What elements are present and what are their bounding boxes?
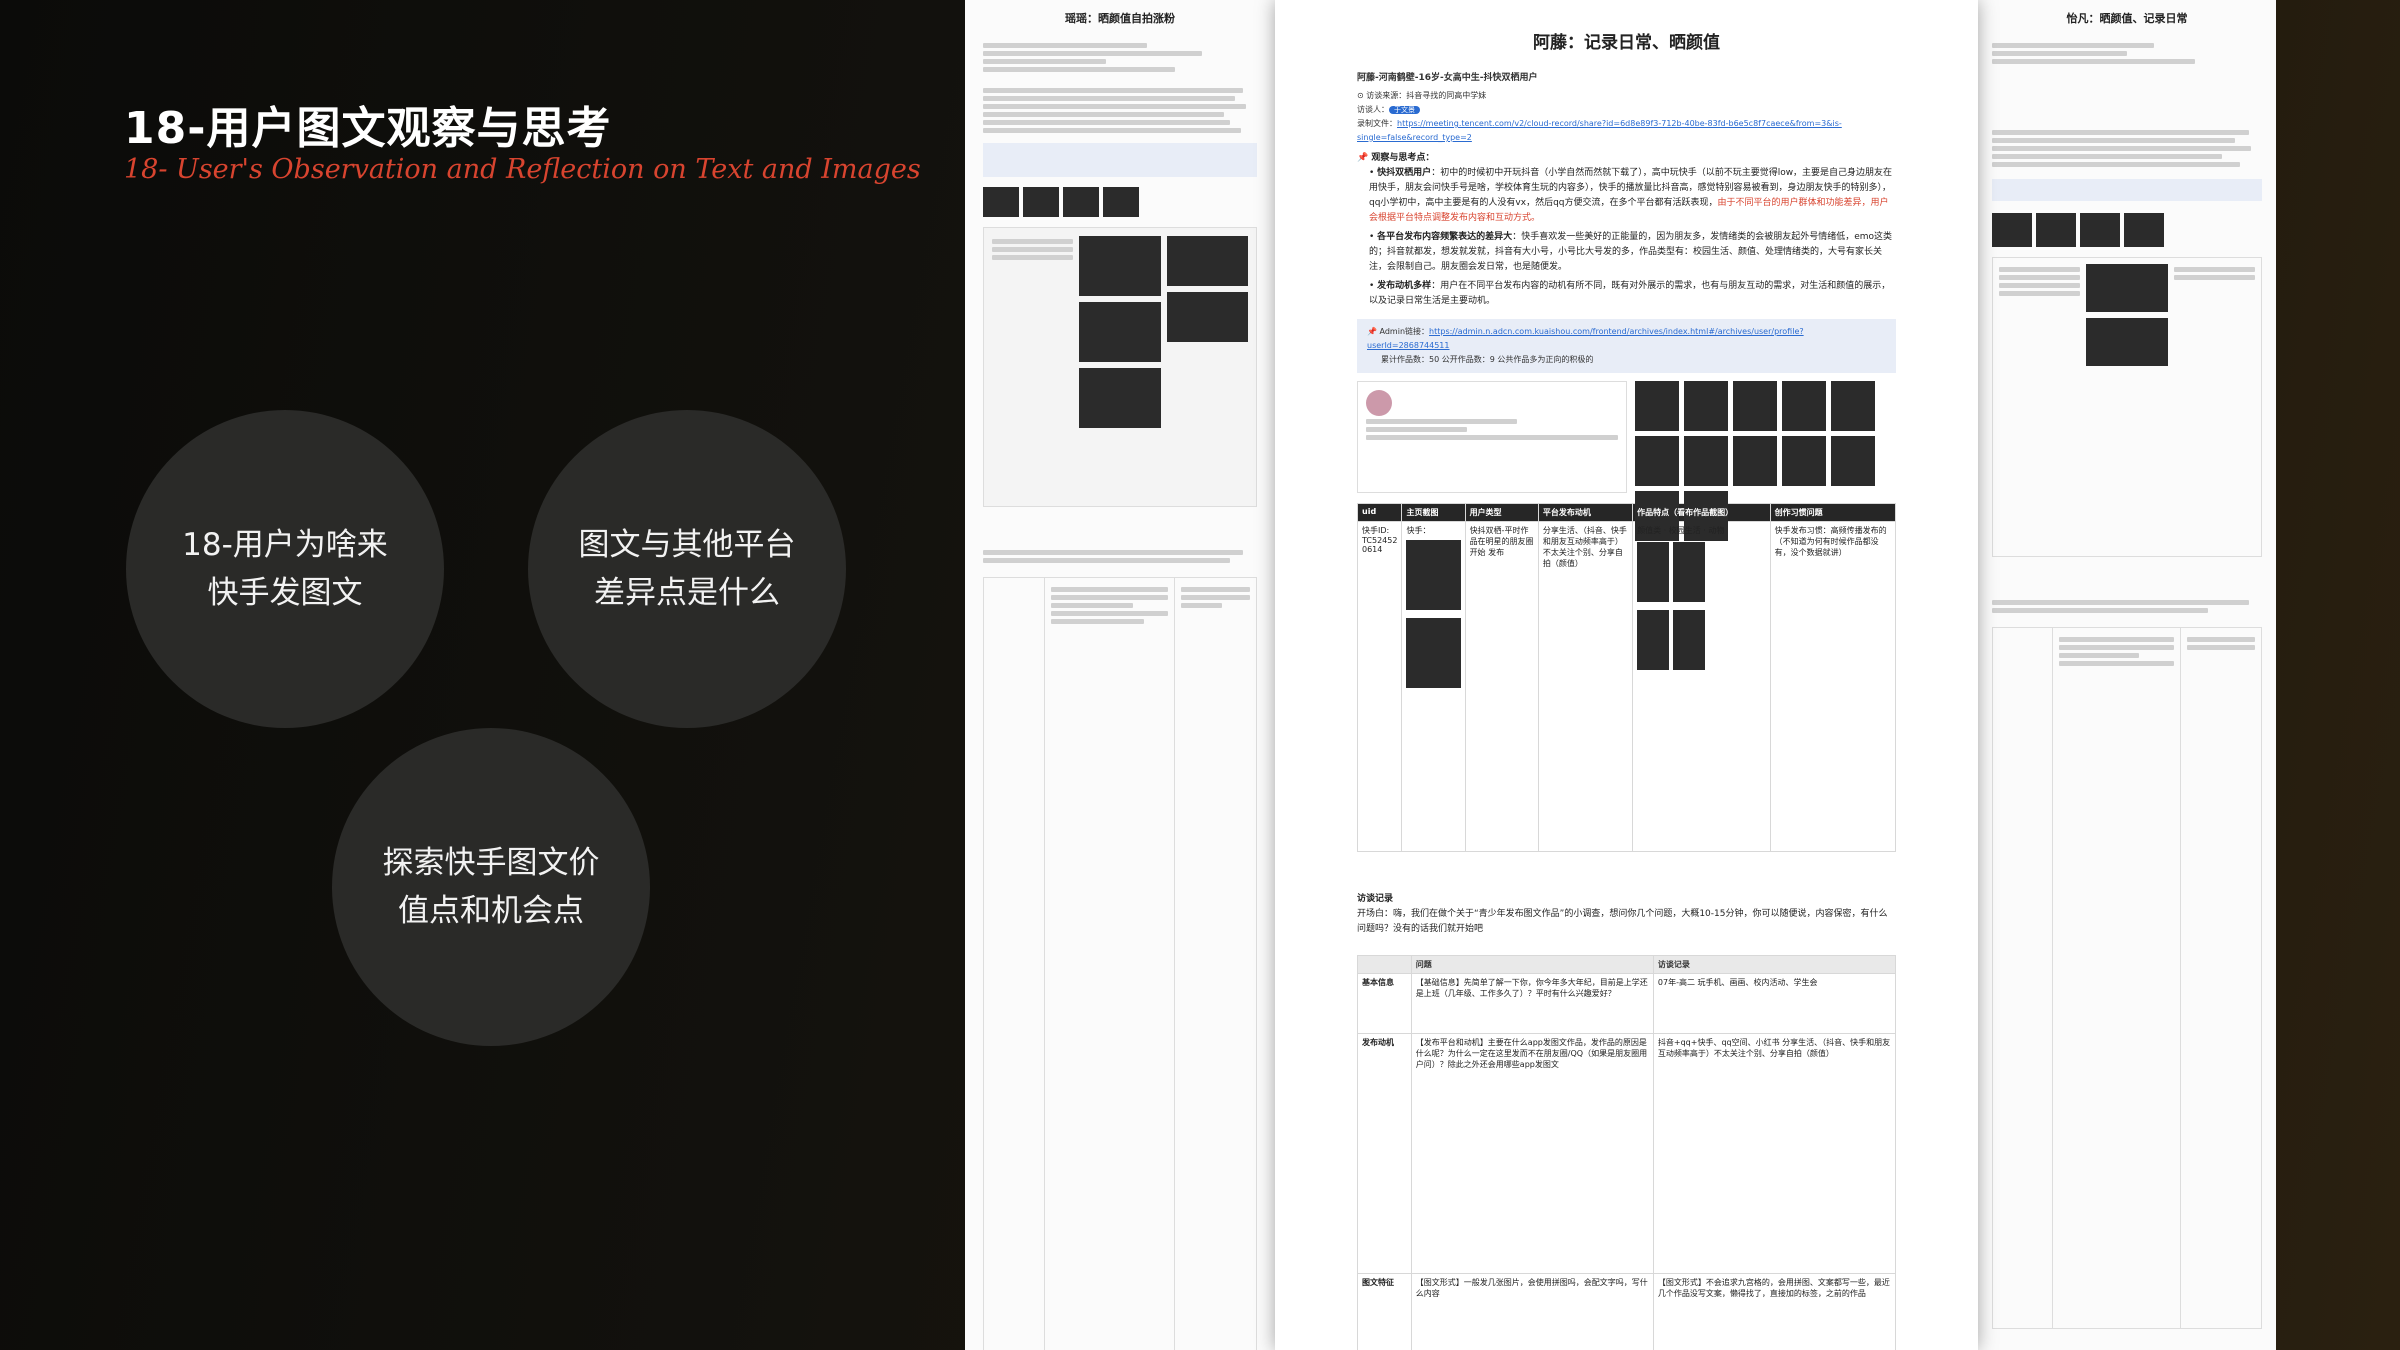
doc-title: 阿藤：记录日常、晒颜值 [1533, 33, 1720, 53]
table-cell: 发布动机 [1357, 1033, 1412, 1274]
table-header [1357, 955, 1412, 974]
doc-body-placeholder [965, 26, 1275, 1350]
table-cell: 快手发布习惯：高频传播发布的（不知道为何有时候作品都没有，没个数据就讲） [1769, 521, 1897, 852]
table-cell: 基本信息 [1357, 973, 1412, 1034]
table-cell: 07年-高二 玩手机、画画、校内活动、学生会 [1652, 973, 1897, 1034]
doc-title: 怡凡：晒颜值、记录日常 [2066, 12, 2188, 25]
work-stats: 累计作品数：50 公开作品数：9 公共作品多为正向的积极的 [1381, 355, 1594, 364]
table-header: 用户类型 [1464, 503, 1539, 522]
table-cell: 抖音+qq+快手、qq空间、小红书 分享生活、（抖音、快手和朋友互动频率高于）不… [1652, 1033, 1897, 1274]
table-header: 主页截图 [1401, 503, 1466, 522]
doc-title: 瑶瑶：晒颜值自拍涨粉 [1065, 12, 1175, 25]
table-cell: 【图文形式】一般发几张图片，会使用拼图吗，会配文字吗，写什么内容 [1410, 1273, 1654, 1350]
recording-link[interactable]: https://meeting.tencent.com/v2/cloud-rec… [1357, 119, 1842, 142]
interviewer-label: 访谈人： [1357, 105, 1389, 114]
slide-title: 18-用户图文观察与思考 [124, 103, 612, 154]
topic-circle-label: 探索快手图文价 值点和机会点 [382, 845, 600, 929]
table-cell: 图文特征 [1357, 1273, 1412, 1350]
interview-opening: 开场白：嗨，我们在做个关于“青少年发布图文作品”的小调查，想问你几个问题，大概1… [1357, 909, 1888, 934]
observation-heading: 观察与思考点： [1371, 153, 1435, 163]
recording-label: 录制文件： [1357, 119, 1397, 128]
user-summary-table: uid 主页截图 用户类型 平台发布动机 作品特点（看布作品截图） 创作习惯问题… [1356, 503, 1897, 852]
table-cell: 【基础信息】先简单了解一下你，你今年多大年纪，目前是上学还是上班（几年级、工作多… [1410, 973, 1654, 1034]
table-cell: 分享生活、（抖音、快手和朋友互动频率高于）不太关注个别、分享自拍（颜值） [1537, 521, 1634, 852]
interview-doc-right: 怡凡：晒颜值、记录日常 [1978, 0, 2276, 1350]
table-cell: 快手： [1401, 521, 1466, 852]
slide-subtitle: 18- User's Observation and Reflection on… [124, 154, 921, 185]
interview-doc-left: 瑶瑶：晒颜值自拍涨粉 [965, 0, 1275, 1350]
interview-table: 问题 访谈记录 基本信息 【基础信息】先简单了解一下你，你今年多大年纪，目前是上… [1357, 955, 1897, 1350]
topic-circle-platform-difference: 图文与其他平台 差异点是什么 [528, 410, 846, 728]
table-cell: 快手ID: TC52452 0614 [1356, 521, 1403, 852]
admin-label: Admin链接： [1379, 327, 1430, 336]
table-cell: 颜值类 · 校园生活 · 动物 [1632, 521, 1771, 852]
interview-source: 访谈来源：抖音寻找的同高中学妹 [1366, 91, 1487, 100]
table-row: 快手ID: TC52452 0614 快手： 快抖双栖-平时作品在明星的朋友圈开… [1356, 521, 1897, 852]
interview-record-title: 访谈记录 [1357, 894, 1394, 904]
topic-circle-value-opportunity: 探索快手图文价 值点和机会点 [332, 728, 650, 1046]
profile-screenshot [1357, 381, 1627, 493]
profile-screenshot-row [1357, 381, 1896, 541]
table-row: 基本信息 【基础信息】先简单了解一下你，你今年多大年纪，目前是上学还是上班（几年… [1357, 973, 1897, 1034]
admin-link-block: 📌 Admin链接：https://admin.n.adcn.com.kuais… [1357, 319, 1896, 373]
interviewer-badge: 于文景 [1389, 106, 1420, 114]
table-row: 发布动机 【发布平台和动机】主要在什么app发图文作品，发作品的原因是什么呢？为… [1357, 1033, 1897, 1274]
work-thumbnails [1635, 381, 1896, 541]
table-cell: 快抖双栖-平时作品在明星的朋友圈开始 发布 [1464, 521, 1539, 852]
admin-link[interactable]: https://admin.n.adcn.com.kuaishou.com/fr… [1367, 327, 1804, 350]
table-header: 问题 [1410, 955, 1654, 974]
table-header: 访谈记录 [1652, 955, 1897, 974]
observation-point: • 发布动机多样：用户在不同平台发布内容的动机有所不同，既有对外展示的需求，也有… [1369, 281, 1891, 306]
topic-circle-label: 图文与其他平台 差异点是什么 [578, 527, 796, 611]
table-cell: 【发布平台和动机】主要在什么app发图文作品，发作品的原因是什么呢？为什么一定在… [1410, 1033, 1654, 1274]
table-cell: 【图文形式】不会追求九宫格的，会用拼图、文案都写一些，最近几个作品没写文案，懒得… [1652, 1273, 1897, 1350]
doc-body-placeholder [1978, 26, 2276, 1329]
topic-circle-label: 18-用户为啥来 快手发图文 [182, 527, 388, 611]
user-profile-line: 阿藤-河南鹤壁-16岁-女高中生-抖快双栖用户 [1357, 73, 1538, 83]
table-row: 图文特征 【图文形式】一般发几张图片，会使用拼图吗，会配文字吗，写什么内容 【图… [1357, 1273, 1897, 1350]
topic-circle-why-post: 18-用户为啥来 快手发图文 [126, 410, 444, 728]
observation-point: • 快抖双栖用户：初中的时候初中开玩抖音（小学自然而然就下载了），高中玩快手（以… [1369, 168, 1893, 223]
table-header: 创作习惯问题 [1769, 503, 1897, 522]
interview-doc-main: 阿藤：记录日常、晒颜值 阿藤-河南鹤壁-16岁-女高中生-抖快双栖用户 ⊙ 访谈… [1275, 0, 1978, 1350]
observation-point: • 各平台发布内容频繁表达的差异大：快手喜欢发一些美好的正能量的，因为朋友多，发… [1369, 232, 1893, 272]
table-header: uid [1356, 503, 1403, 522]
table-header: 平台发布动机 [1537, 503, 1634, 522]
